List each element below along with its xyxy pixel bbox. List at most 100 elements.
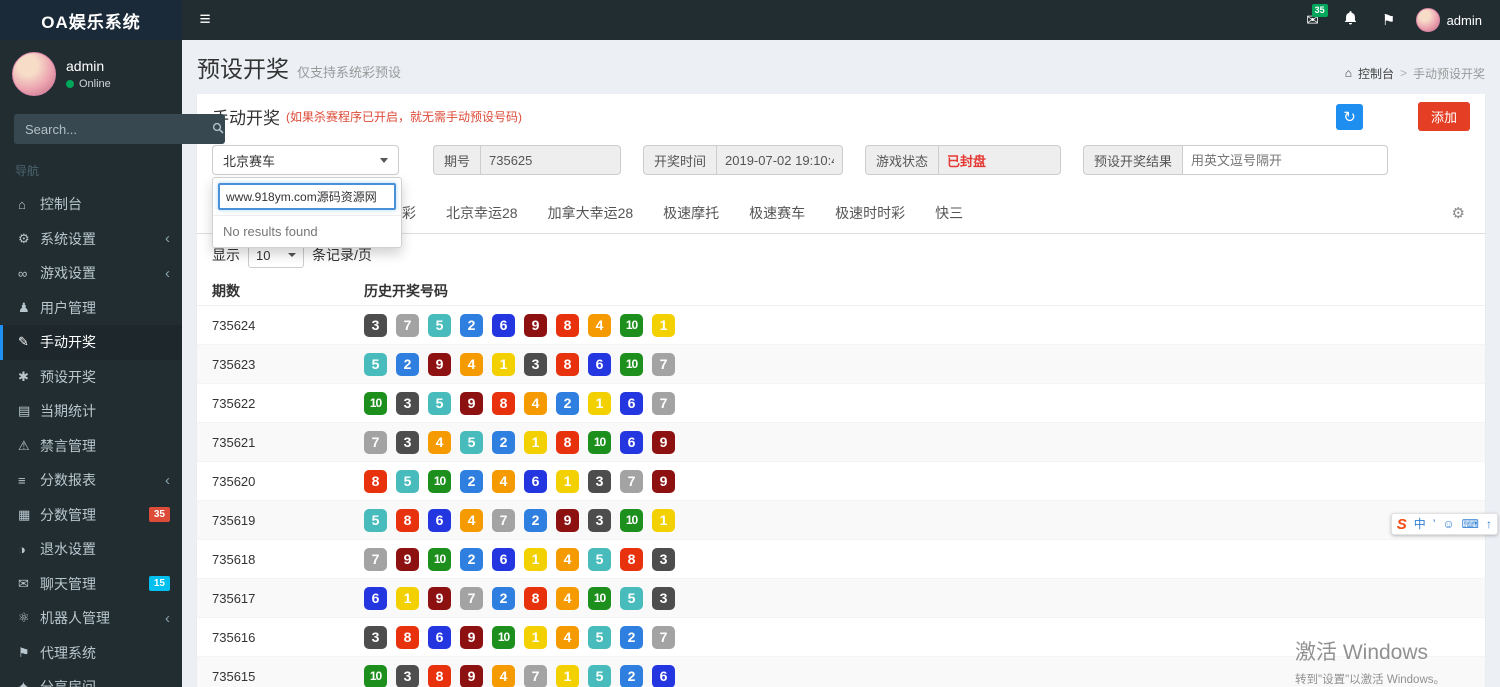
- lottery-ball: 8: [556, 430, 579, 454]
- column-numbers: 历史开奖号码: [364, 282, 448, 299]
- add-button[interactable]: 添加: [1417, 102, 1470, 131]
- lottery-ball: 3: [396, 664, 419, 687]
- ime-icon-1[interactable]: 中: [1414, 518, 1426, 530]
- show-label: 显示: [212, 247, 240, 263]
- lottery-ball: 2: [556, 391, 579, 415]
- ime-icon-3[interactable]: ☺: [1442, 518, 1454, 530]
- home-icon: ⌂: [1344, 66, 1352, 80]
- lottery-ball: 10: [364, 391, 387, 415]
- sogou-logo-icon[interactable]: S: [1397, 516, 1407, 533]
- draw-time-input[interactable]: [716, 145, 843, 175]
- tab-2[interactable]: 北京幸运28: [431, 193, 533, 233]
- period-cell: 735618: [212, 551, 256, 567]
- panel-note: (如果杀赛程序已开启，就无需手动预设号码): [286, 110, 522, 124]
- issue-input[interactable]: [480, 145, 621, 175]
- sidebar-item-share-room[interactable]: ✦ 分享房间: [0, 670, 182, 687]
- period-cell: 735619: [212, 512, 256, 528]
- lottery-ball: 8: [556, 352, 579, 376]
- lottery-ball: 2: [492, 586, 515, 610]
- sidebar-item-chat-management[interactable]: ✉ 聊天管理 15: [0, 567, 182, 602]
- tab-7[interactable]: 快三: [920, 193, 978, 233]
- lottery-ball: 10: [620, 313, 643, 337]
- draw-time-field-group: 开奖时间: [643, 145, 843, 175]
- lottery-ball: 10: [428, 547, 451, 571]
- messages-menu[interactable]: ✉ 35: [1294, 0, 1332, 40]
- panel-actions: ↻ 添加: [1335, 102, 1470, 131]
- tab-5[interactable]: 极速赛车: [734, 193, 820, 233]
- lottery-ball: 9: [524, 313, 547, 337]
- sidebar-user-status: Online: [66, 78, 111, 90]
- lottery-ball: 3: [396, 430, 419, 454]
- tab-3[interactable]: 加拿大幸运28: [533, 193, 649, 233]
- sidebar-item-label: 手动开奖: [40, 334, 96, 351]
- sidebar-item-dashboard[interactable]: ⌂ 控制台: [0, 187, 182, 222]
- tasks-menu[interactable]: ⚑: [1370, 0, 1408, 40]
- ime-icon-4[interactable]: ⌨: [1462, 518, 1479, 530]
- lottery-ball: 8: [556, 313, 579, 337]
- game-status-input[interactable]: [938, 145, 1061, 175]
- sidebar-item-user-management[interactable]: ♟ 用户管理: [0, 291, 182, 326]
- breadcrumb-home[interactable]: 控制台: [1358, 65, 1394, 82]
- manual-draw-icon: ✎: [18, 334, 29, 350]
- period-cell: 735624: [212, 317, 256, 333]
- chevron-left-icon: ‹: [165, 264, 170, 282]
- ime-icon-5[interactable]: ↑: [1486, 518, 1492, 530]
- notifications-menu[interactable]: [1332, 0, 1370, 40]
- sidebar-item-manual-draw[interactable]: ✎ 手动开奖: [0, 325, 182, 360]
- table-row: 735620 8 5 10 2 4 6 1 3 7 9: [197, 462, 1485, 501]
- sidebar-toggle[interactable]: ≡: [182, 0, 228, 40]
- report-icon: ≡: [18, 472, 26, 488]
- lottery-ball: 5: [588, 547, 611, 571]
- table-row: 735623 5 2 9 4 1 3 8 6 10 7: [197, 345, 1485, 384]
- robot-icon: ⚛: [18, 610, 30, 626]
- ime-icon-2[interactable]: ’: [1433, 518, 1436, 530]
- table-row: 735619 5 8 6 4 7 2 9 3 10 1: [197, 501, 1485, 540]
- lottery-ball: 1: [556, 469, 579, 493]
- period-cell: 735616: [212, 629, 256, 645]
- sidebar-item-score-report[interactable]: ≡ 分数报表 ‹: [0, 463, 182, 498]
- table-row: 735617 6 1 9 7 2 8 4 10 5 3: [197, 579, 1485, 618]
- page-size-value: 10: [256, 247, 271, 263]
- lottery-ball: 3: [396, 391, 419, 415]
- tab-4[interactable]: 极速摩托: [648, 193, 734, 233]
- tabs-gear-icon[interactable]: ⚙: [1452, 204, 1470, 222]
- sidebar-item-agent-system[interactable]: ⚑ 代理系统: [0, 636, 182, 671]
- lottery-ball: 9: [460, 625, 483, 649]
- lottery-ball: 4: [556, 586, 579, 610]
- lottery-ball: 5: [620, 586, 643, 610]
- lottery-ball: 10: [428, 469, 451, 493]
- sidebar-item-game-settings[interactable]: ∞ 游戏设置 ‹: [0, 256, 182, 291]
- lottery-ball: 1: [492, 352, 515, 376]
- table-header: 期数 历史开奖号码: [197, 276, 1485, 306]
- sidebar-item-system-settings[interactable]: ⚙ 系统设置 ‹: [0, 222, 182, 257]
- sidebar-item-robot-management[interactable]: ⚛ 机器人管理 ‹: [0, 601, 182, 636]
- records-per-page-label: 条记录/页: [312, 247, 372, 263]
- lottery-ball: 10: [492, 625, 515, 649]
- sidebar-item-label: 聊天管理: [40, 575, 96, 592]
- rebate-icon: ◑: [18, 541, 26, 557]
- dropdown-search-input[interactable]: [218, 183, 396, 210]
- lottery-ball: 1: [652, 508, 675, 532]
- history-table-body: 735624 3 7 5 2 6 9 8 4 10 1 735623 5 2 9 4 1 3 8 6 10 7 735622…: [197, 306, 1485, 687]
- draw-time-label: 开奖时间: [643, 145, 717, 175]
- refresh-button[interactable]: ↻: [1335, 103, 1363, 130]
- lottery-ball: 9: [460, 664, 483, 687]
- sidebar-item-label: 系统设置: [40, 230, 96, 247]
- sidebar-item-rebate-settings[interactable]: ◑ 退水设置: [0, 532, 182, 567]
- sidebar-item-score-management[interactable]: ▦ 分数管理 35: [0, 498, 182, 533]
- app-logo[interactable]: OA娱乐系统: [0, 0, 182, 40]
- sidebar-item-mute-management[interactable]: ⚠ 禁言管理: [0, 429, 182, 464]
- sidebar-item-label: 分数管理: [40, 506, 96, 523]
- game-select[interactable]: 北京赛车: [212, 145, 399, 175]
- preset-result-input[interactable]: [1182, 145, 1388, 175]
- search-input[interactable]: [14, 114, 212, 144]
- search-button[interactable]: [212, 114, 225, 144]
- messages-badge: 35: [1311, 4, 1328, 17]
- tab-6[interactable]: 极速时时彩: [820, 193, 920, 233]
- sidebar-item-current-stats[interactable]: ▤ 当期统计: [0, 394, 182, 429]
- numbers-cell: 6 1 9 7 2 8 4 10 5 3: [364, 586, 675, 610]
- lottery-ball: 6: [492, 313, 515, 337]
- sidebar-item-preset-draw[interactable]: ✱ 预设开奖: [0, 360, 182, 395]
- system-settings-icon: ⚙: [18, 230, 30, 246]
- user-menu[interactable]: admin: [1408, 8, 1490, 32]
